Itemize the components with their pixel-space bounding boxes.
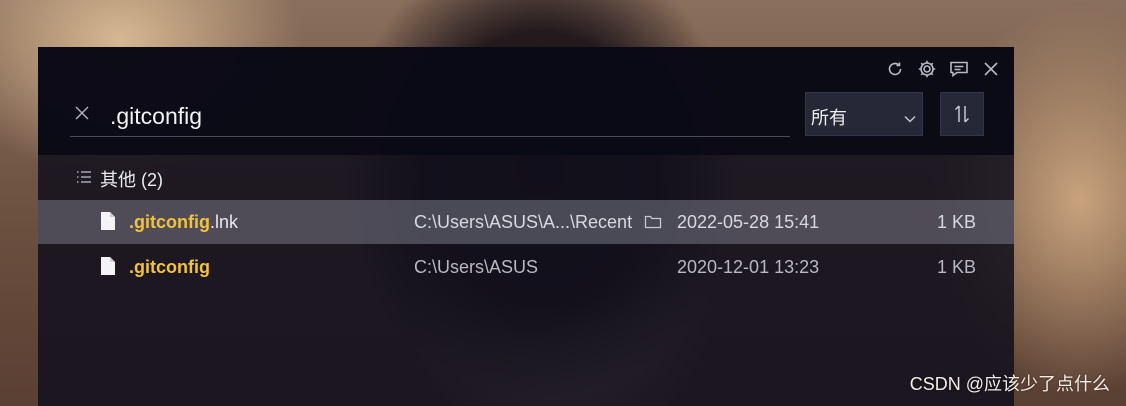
message-icon	[950, 61, 968, 78]
search-input[interactable]	[108, 98, 772, 134]
type-filter-dropdown[interactable]: 所有	[805, 92, 923, 136]
list-icon	[76, 170, 92, 189]
file-size: 1 KB	[936, 212, 976, 232]
modified-date: 2022-05-28 15:41	[677, 212, 820, 232]
settings-button[interactable]	[916, 58, 938, 80]
clear-search-button[interactable]	[74, 105, 90, 121]
modified-date: 2020-12-01 13:23	[677, 257, 820, 277]
close-button[interactable]	[980, 58, 1002, 80]
search-window: 所有 其他 (2) .gitconfig.lnk C:\Users\ASUS\A…	[38, 47, 1014, 406]
file-name: .gitconfig.lnk	[129, 212, 238, 233]
refresh-button[interactable]	[884, 58, 906, 80]
file-path: C:\Users\ASUS	[414, 257, 539, 277]
result-group-header[interactable]: 其他 (2)	[76, 167, 163, 191]
name-rest: .lnk	[209, 212, 238, 232]
watermark: CSDN @应该少了点什么	[909, 374, 1110, 394]
file-icon	[100, 211, 116, 236]
name-highlight: .gitconfig	[129, 212, 210, 232]
close-icon	[984, 62, 998, 76]
result-row[interactable]: .gitconfig.lnk C:\Users\ASUS\A...\Recent…	[38, 200, 1014, 244]
filter-selected-value: 所有	[811, 108, 847, 128]
name-highlight: .gitconfig	[129, 257, 210, 277]
chevron-down-icon	[904, 110, 916, 128]
file-name: .gitconfig	[129, 257, 210, 278]
sort-button[interactable]	[940, 92, 984, 136]
gear-icon	[918, 60, 936, 78]
file-path: C:\Users\ASUS\A...\Recent	[414, 212, 633, 232]
window-controls	[884, 58, 1002, 80]
file-icon	[100, 256, 116, 281]
clear-icon	[75, 106, 89, 120]
search-bar	[70, 92, 790, 137]
refresh-icon	[888, 62, 902, 76]
sort-icon	[955, 105, 969, 123]
result-row[interactable]: .gitconfig C:\Users\ASUS 2020-12-01 13:2…	[38, 245, 1014, 289]
group-label: 其他 (2)	[100, 170, 163, 190]
feedback-button[interactable]	[948, 58, 970, 80]
folder-icon[interactable]	[644, 214, 662, 235]
file-size: 1 KB	[936, 257, 976, 277]
